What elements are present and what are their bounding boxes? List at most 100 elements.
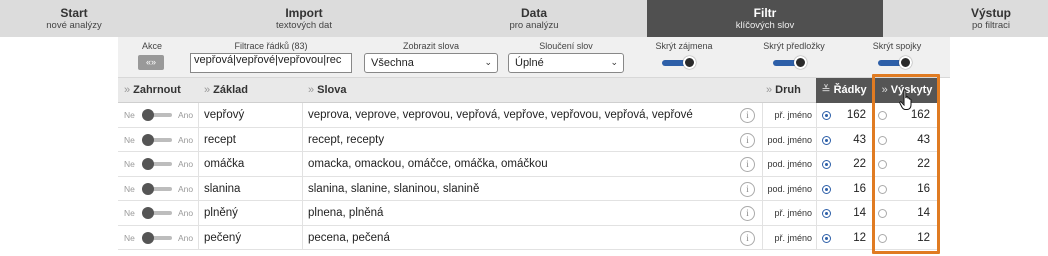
rows-radio[interactable] (822, 209, 831, 218)
row-type: př. jméno (774, 110, 812, 120)
row-occurrences: 16 (917, 182, 930, 195)
occurrences-radio[interactable] (878, 184, 887, 194)
occurrences-radio[interactable] (878, 135, 887, 145)
header-type[interactable]: » Druh (766, 78, 816, 103)
merge-select[interactable]: Úplné ⌄ (508, 53, 624, 73)
no-label: Ne (124, 183, 135, 194)
divider (302, 152, 303, 176)
yes-label: Ano (178, 208, 194, 218)
row-rows: 12 (853, 231, 866, 244)
divider (302, 201, 303, 225)
table-row[interactable]: Ne Ano vepřový veprova, veprove, veprovo… (118, 103, 940, 128)
table-row[interactable]: Ne Ano pečený pecena, pečená i př. jméno… (118, 225, 940, 250)
divider (302, 103, 303, 127)
info-icon[interactable]: i (740, 181, 755, 197)
divider (816, 201, 817, 225)
row-occurrences: 14 (917, 207, 930, 219)
hand-cursor-icon (899, 89, 912, 110)
header-words[interactable]: » Slova (308, 78, 508, 103)
header-rows-label: Řádky (833, 84, 867, 96)
no-label: Ne (124, 208, 135, 218)
divider (198, 201, 199, 225)
show-words-label: Zobrazit slova (402, 41, 460, 51)
include-switch[interactable] (142, 133, 172, 146)
info-icon[interactable]: i (740, 108, 755, 123)
table-row[interactable]: Ne Ano slanina slanina, slanine, slanino… (118, 176, 940, 201)
yes-label: Ano (178, 110, 194, 120)
step-filtr-title: Filtr (753, 6, 777, 20)
filter-label: Filtrace řádků (83) (234, 41, 308, 51)
switch-knob (142, 158, 154, 170)
row-type: pod. jméno (767, 183, 812, 194)
header-rows[interactable]: ≚ Řádky (816, 78, 872, 103)
row-occurrences: 22 (917, 158, 930, 170)
header-include-label: Zahrnout (133, 84, 181, 96)
occurrences-radio[interactable] (878, 160, 887, 169)
hide-conjunctions-toggle[interactable] (878, 56, 912, 69)
header-words-label: Slova (317, 84, 347, 96)
step-start[interactable]: Start nové analýzy (0, 0, 148, 37)
rows-radio[interactable] (822, 111, 831, 120)
occurrences-radio[interactable] (878, 111, 887, 120)
rows-radio[interactable] (822, 184, 831, 194)
step-vystup-title: Výstup (970, 6, 1011, 20)
toggle-knob (794, 56, 807, 69)
row-rows: 162 (846, 109, 866, 121)
merge-value: Úplné (515, 57, 544, 69)
row-type: pod. jméno (767, 134, 812, 145)
step-vystup[interactable]: Výstup po filtraci (934, 0, 1048, 37)
rows-radio[interactable] (822, 135, 831, 145)
include-switch[interactable] (142, 182, 172, 195)
divider (816, 127, 817, 152)
toggle-knob (683, 56, 696, 69)
info-icon[interactable]: i (740, 230, 755, 246)
step-filtr-subtitle: klíčových slov (735, 20, 795, 31)
switch-knob (142, 109, 154, 121)
row-occurrences: 12 (917, 231, 930, 244)
akce-button[interactable]: «» (138, 55, 164, 70)
step-data[interactable]: Data pro analýzu (460, 0, 608, 37)
hide-pronouns-toggle[interactable] (662, 56, 696, 69)
divider (873, 152, 874, 176)
show-words-select[interactable]: Všechna ⌄ (364, 53, 498, 73)
row-base: slanina (204, 182, 241, 195)
info-icon[interactable]: i (740, 157, 755, 172)
yes-label: Ano (178, 183, 194, 194)
row-rows: 22 (853, 158, 866, 170)
header-include[interactable]: » Zahrnout (124, 78, 198, 103)
divider (762, 225, 763, 250)
header-base[interactable]: » Základ (204, 78, 300, 103)
yes-label: Ano (178, 134, 194, 145)
table-row[interactable]: Ne Ano omáčka omacka, omackou, omáčce, o… (118, 152, 940, 177)
step-data-title: Data (520, 6, 547, 20)
row-occurrences: 43 (917, 133, 930, 146)
info-icon[interactable]: i (740, 206, 755, 221)
toggle-knob (899, 56, 912, 69)
include-switch[interactable] (142, 109, 172, 121)
akce-label: Akce (141, 41, 162, 51)
include-switch[interactable] (142, 207, 172, 219)
table-row[interactable]: Ne Ano recept recept, recepty i pod. jmé… (118, 127, 940, 152)
occurrences-radio[interactable] (878, 233, 887, 243)
show-words-value: Všechna (371, 57, 414, 69)
info-icon[interactable]: i (740, 132, 755, 148)
header-base-label: Základ (213, 84, 248, 96)
rows-radio[interactable] (822, 233, 831, 243)
hide-prepositions-toggle[interactable] (773, 56, 807, 69)
include-switch[interactable] (142, 158, 172, 170)
row-words: plnena, plněná (308, 207, 384, 219)
step-filtr[interactable]: Filtr klíčových slov (647, 0, 883, 37)
step-import-subtitle: textových dat (276, 20, 332, 31)
hide-conjunctions-label: Skrýt spojky (872, 41, 922, 51)
table-row[interactable]: Ne Ano plněný plnena, plněná i př. jméno… (118, 201, 940, 226)
divider (302, 127, 303, 152)
divider (198, 152, 199, 176)
steps-bar: Start nové analýzy Import textových dat … (0, 0, 1048, 37)
rows-radio[interactable] (822, 160, 831, 169)
step-import[interactable]: Import textových dat (230, 0, 378, 37)
divider (762, 152, 763, 176)
filter-input[interactable]: vepřová|vepřové|vepřovou|rec (190, 53, 352, 73)
occurrences-radio[interactable] (878, 209, 887, 218)
row-base: plněný (204, 207, 238, 219)
include-switch[interactable] (142, 231, 172, 244)
